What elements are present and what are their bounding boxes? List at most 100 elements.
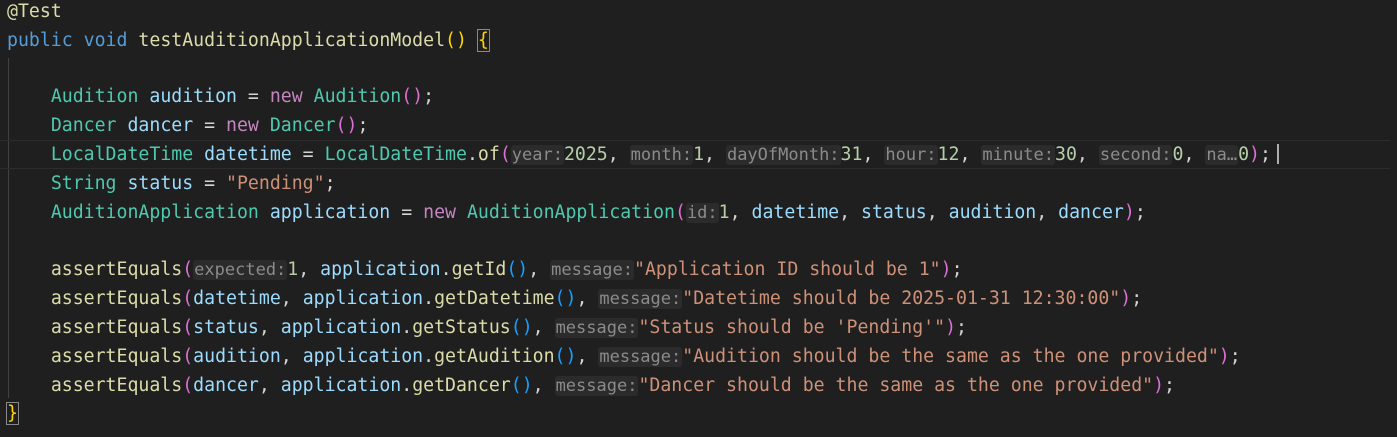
number-literal: 1: [693, 144, 705, 165]
comma: ,: [280, 288, 303, 309]
comma: ,: [959, 144, 982, 165]
number-literal: 31: [840, 144, 863, 165]
dot: .: [466, 144, 478, 165]
dot: .: [440, 259, 452, 280]
annotation: @Test: [7, 1, 62, 22]
semicolon: ;: [951, 259, 963, 280]
code-line-7[interactable]: String status = "Pending";: [0, 169, 1397, 198]
argument: datetime: [751, 202, 840, 223]
variable-name: dancer: [127, 115, 194, 136]
string-literal: "Dancer should be the same as the one pr…: [638, 375, 1154, 396]
comma: ,: [1036, 202, 1059, 223]
inlay-hint-hour: hour:: [884, 145, 938, 165]
object-ref: application: [302, 346, 424, 367]
type-name: Audition: [50, 86, 139, 107]
inlay-hint-message: message:: [598, 289, 683, 309]
paren: (): [506, 259, 529, 280]
paren: (: [401, 86, 413, 107]
inlay-hint-second: second:: [1098, 145, 1173, 165]
code-line-2[interactable]: public void testAuditionApplicationModel…: [0, 26, 1397, 55]
code-line-1[interactable]: @Test: [0, 0, 1397, 26]
string-literal: "Audition should be the same as the one …: [682, 346, 1219, 367]
paren: ): [1153, 375, 1165, 396]
argument: status: [193, 317, 259, 338]
comma: ,: [528, 259, 551, 280]
method-name: testAuditionApplicationModel: [138, 30, 446, 51]
method-call: getId: [451, 259, 507, 280]
paren: (): [510, 317, 533, 338]
semicolon: ;: [956, 317, 967, 338]
paren: (: [445, 30, 456, 51]
number-literal: 30: [1055, 144, 1077, 165]
number-literal: 0: [1238, 144, 1250, 165]
method-call: getStatus: [412, 317, 511, 338]
code-line-6[interactable]: LocalDateTime datetime = LocalDateTime.o…: [0, 140, 1397, 169]
variable-name: audition: [149, 86, 237, 107]
semicolon: ;: [1229, 346, 1241, 367]
code-line-15[interactable]: }: [0, 399, 1397, 428]
constructor: AuditionApplication: [466, 202, 675, 223]
inlay-hint-nano: na…: [1205, 145, 1239, 165]
argument: audition: [193, 346, 281, 367]
paren: (: [182, 317, 194, 338]
method-call: assertEquals: [50, 259, 183, 280]
paren: ): [412, 86, 424, 107]
string-literal: "Application ID should be 1": [634, 259, 941, 280]
dot: .: [401, 317, 413, 338]
paren: (: [499, 144, 511, 165]
inlay-hint-message: message:: [550, 260, 635, 280]
paren: (: [182, 288, 194, 309]
method-call: getAudition: [434, 346, 555, 367]
argument: datetime: [193, 288, 281, 309]
code-line-10[interactable]: assertEquals(expected:1, application.get…: [0, 255, 1397, 284]
comma: ,: [1076, 144, 1099, 165]
semicolon: ;: [423, 86, 435, 107]
type-name: LocalDateTime: [50, 144, 194, 165]
type-name: Dancer: [50, 115, 117, 136]
method-call: getDancer: [412, 375, 511, 396]
inlay-hint-year: year:: [510, 145, 564, 165]
comma: ,: [532, 317, 555, 338]
comma: ,: [729, 202, 752, 223]
code-line-14[interactable]: assertEquals(dancer, application.getDanc…: [0, 371, 1397, 400]
string-literal: "Datetime should be 2025-01-31 12:30:00": [682, 288, 1121, 309]
code-line-11[interactable]: assertEquals(datetime, application.getDa…: [0, 284, 1397, 313]
comma: ,: [280, 346, 303, 367]
paren: (: [674, 202, 686, 223]
paren: ): [1123, 202, 1135, 223]
code-line-8[interactable]: AuditionApplication application = new Au…: [0, 198, 1397, 227]
inlay-hint-minute: minute:: [981, 145, 1056, 165]
dot: .: [423, 288, 435, 309]
operator: =: [193, 115, 227, 136]
inlay-hint-message: message:: [598, 347, 683, 367]
semicolon: ;: [324, 173, 336, 194]
code-line-5[interactable]: Dancer dancer = new Dancer();: [0, 111, 1397, 140]
code-line-13[interactable]: assertEquals(audition, application.getAu…: [0, 342, 1397, 371]
method-call: assertEquals: [50, 288, 183, 309]
paren: (): [554, 288, 577, 309]
paren: ): [940, 259, 952, 280]
constructor: Audition: [313, 86, 402, 107]
type-name: AuditionApplication: [50, 202, 259, 223]
variable-name: application: [269, 202, 391, 223]
inlay-hint-message: message:: [554, 376, 639, 396]
operator: =: [390, 202, 424, 223]
semicolon: ;: [1134, 202, 1146, 223]
code-editor[interactable]: @Test public void testAuditionApplicatio…: [0, 0, 1397, 437]
argument: dancer: [193, 375, 259, 396]
dot: .: [423, 346, 435, 367]
variable-name: datetime: [204, 144, 292, 165]
paren: ): [455, 30, 467, 51]
keyword-public: public: [7, 30, 73, 51]
comma: ,: [298, 259, 321, 280]
code-line-4[interactable]: Audition audition = new Audition();: [0, 82, 1397, 111]
method-call: assertEquals: [50, 317, 183, 338]
paren: (): [510, 375, 533, 396]
code-line-12[interactable]: assertEquals(status, application.getStat…: [0, 313, 1397, 342]
paren: ): [945, 317, 957, 338]
semicolon: ;: [357, 115, 369, 136]
comma: ,: [576, 288, 599, 309]
paren: (: [182, 259, 194, 280]
comma: ,: [258, 375, 281, 396]
inlay-hint-id: id:: [685, 203, 719, 223]
